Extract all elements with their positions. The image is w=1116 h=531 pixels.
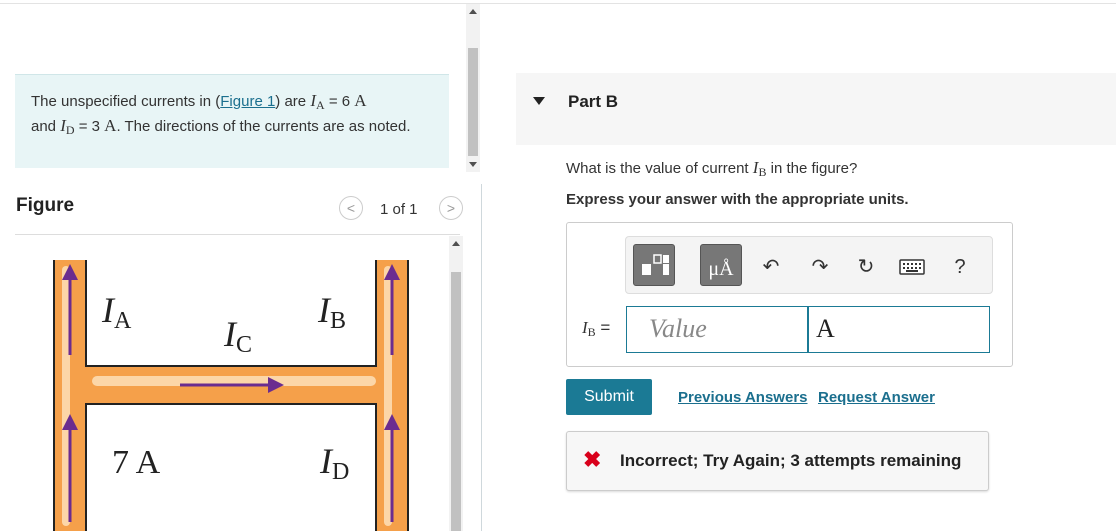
- ia-symbol: IA: [310, 91, 325, 112]
- feedback-text: Incorrect; Try Again; 3 attempts remaini…: [620, 451, 962, 470]
- problem-text: The unspecified currents in (: [31, 93, 221, 110]
- figure-link[interactable]: Figure 1: [220, 93, 275, 110]
- label-seven: 7 A: [112, 444, 161, 481]
- circuit-figure: IA IC IB 7 A ID: [53, 260, 409, 531]
- label-ic: IC: [223, 314, 252, 358]
- figure-scroll-up-icon[interactable]: [452, 241, 460, 246]
- next-figure-button[interactable]: >: [439, 196, 463, 220]
- problem-statement: The unspecified currents in (Figure 1) a…: [15, 74, 449, 168]
- figure-divider: [15, 234, 460, 235]
- problem-scrollbar[interactable]: [466, 4, 480, 172]
- top-divider: [0, 3, 1116, 4]
- id-symbol: ID: [60, 115, 75, 137]
- figure-scroll-thumb[interactable]: [451, 272, 461, 531]
- scroll-up-icon[interactable]: [469, 9, 477, 14]
- units-button[interactable]: μÅ: [700, 244, 742, 286]
- scroll-down-icon[interactable]: [469, 162, 477, 167]
- units-label: μÅ: [708, 258, 734, 280]
- part-title[interactable]: Part B: [568, 92, 618, 112]
- figure-title: Figure: [16, 195, 75, 216]
- question-text: What is the value of current IB in the f…: [566, 158, 858, 179]
- submit-button[interactable]: Submit: [566, 379, 652, 415]
- id-value: = 3: [74, 117, 105, 135]
- templates-button[interactable]: [633, 244, 675, 286]
- unit-input[interactable]: A: [808, 306, 990, 353]
- reset-icon[interactable]: ↻: [853, 254, 879, 280]
- incorrect-icon: ✖: [583, 447, 602, 472]
- id-unit: A: [104, 115, 117, 135]
- problem-text: and: [31, 117, 61, 135]
- label-ia: IA: [101, 290, 132, 334]
- ib-symbol: IB: [752, 158, 767, 179]
- figure-page-indicator: 1 of 1: [380, 201, 418, 218]
- undo-icon[interactable]: ↶: [758, 254, 784, 280]
- prev-figure-button[interactable]: <: [339, 196, 363, 220]
- problem-text: ) are: [275, 93, 311, 110]
- previous-answers-link[interactable]: Previous Answers: [678, 389, 808, 406]
- ia-value: = 6: [324, 93, 355, 110]
- problem-text: . The directions of the currents are as …: [116, 117, 411, 135]
- keyboard-icon: [899, 259, 925, 275]
- label-id: ID: [319, 441, 349, 485]
- scroll-thumb[interactable]: [468, 48, 478, 156]
- collapse-triangle-icon[interactable]: [533, 97, 545, 105]
- keyboard-button[interactable]: [899, 259, 925, 280]
- help-icon[interactable]: ?: [947, 254, 973, 280]
- redo-icon[interactable]: ↷: [807, 254, 833, 280]
- pane-divider: [481, 184, 482, 531]
- figure-scrollbar[interactable]: [449, 236, 463, 531]
- answer-label: IB =: [582, 318, 611, 339]
- ia-unit: A: [354, 91, 367, 110]
- templates-icon: [642, 254, 669, 275]
- instruction-text: Express your answer with the appropriate…: [566, 191, 909, 208]
- value-input[interactable]: Value: [626, 306, 808, 353]
- label-ib: IB: [317, 290, 346, 334]
- request-answer-link[interactable]: Request Answer: [818, 389, 935, 406]
